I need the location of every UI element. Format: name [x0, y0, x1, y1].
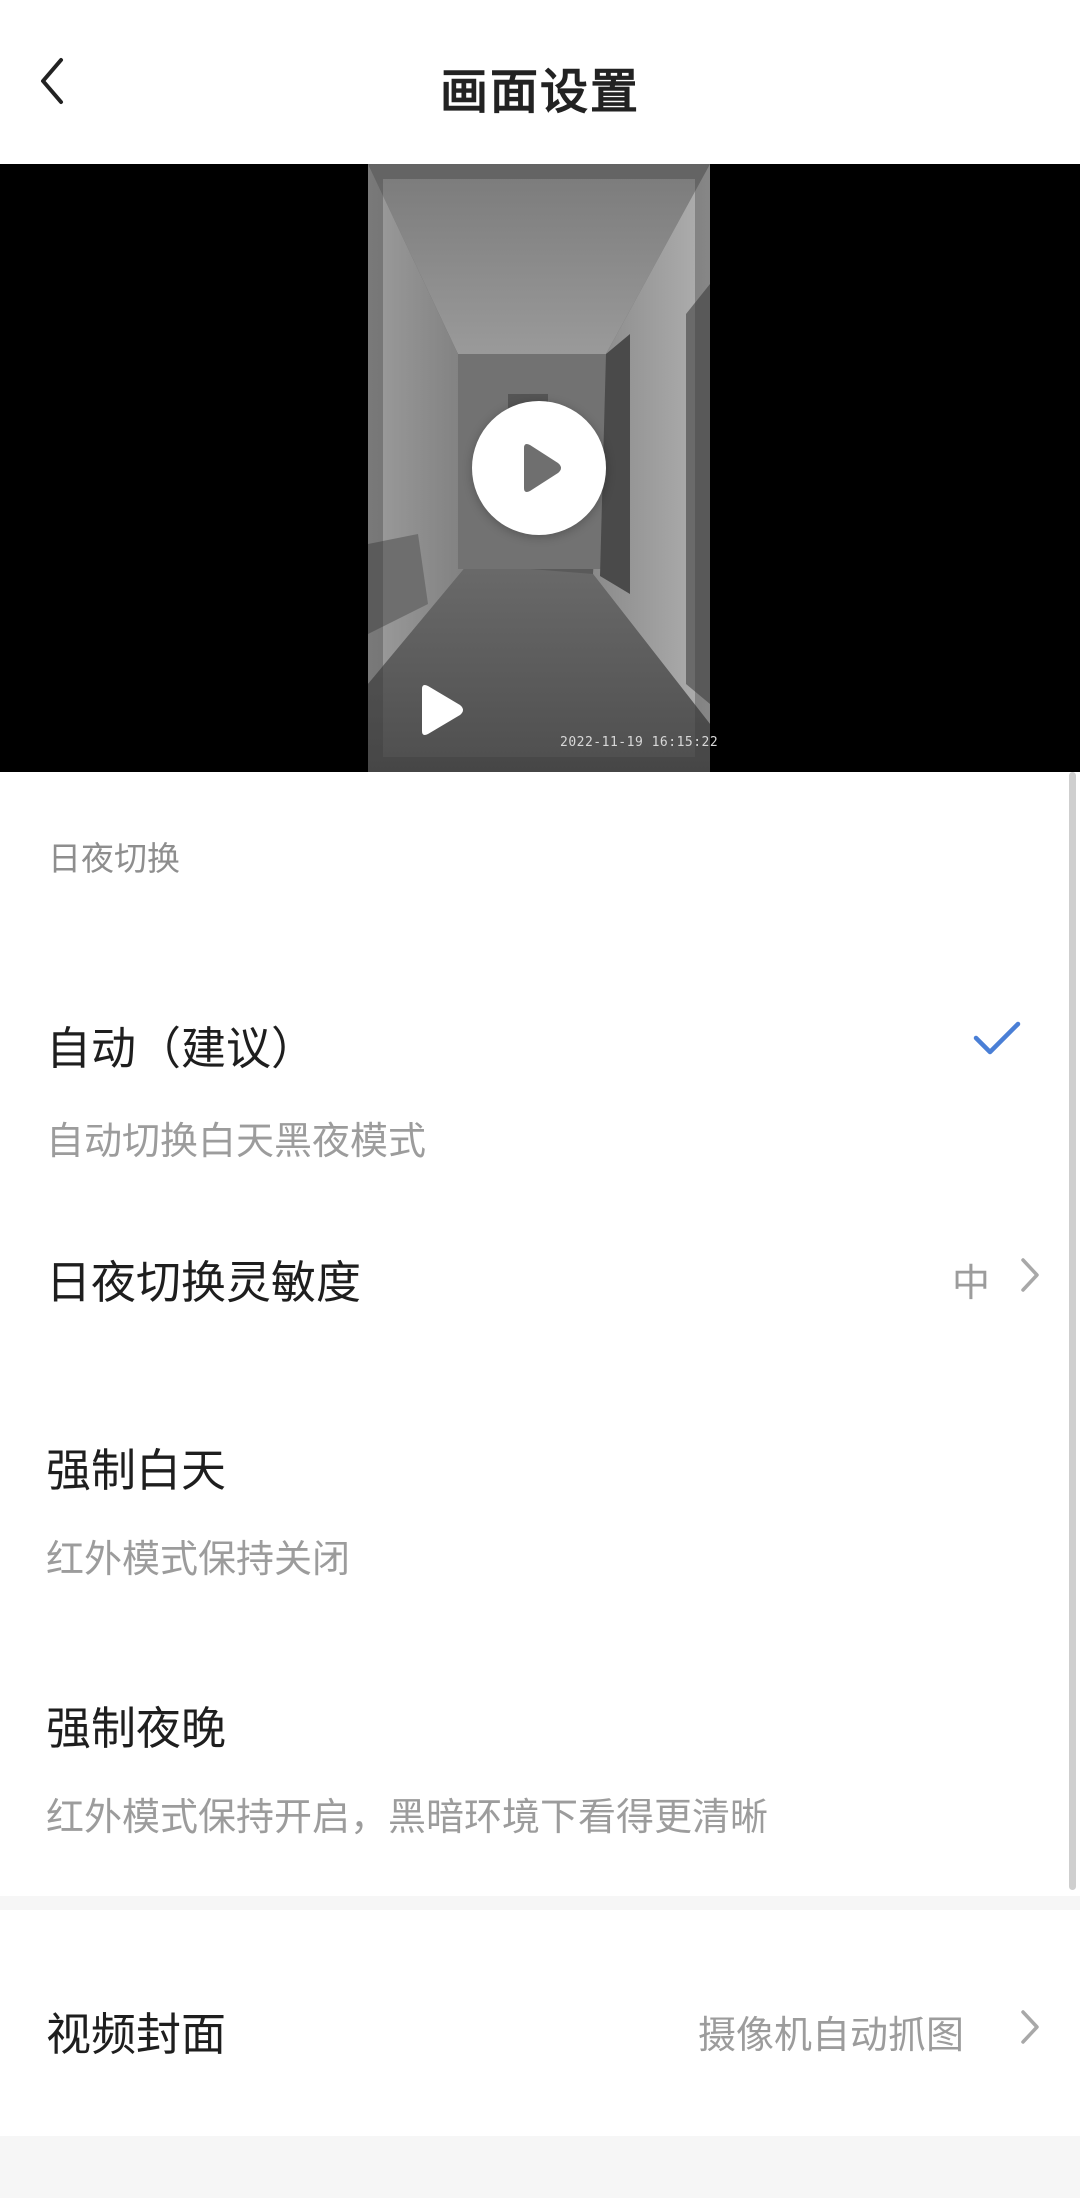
sensitivity-title: 日夜切换灵敏度: [46, 1256, 362, 1309]
option-force-day-title: 强制白天: [46, 1444, 227, 1497]
chevron-right-icon: [1021, 1258, 1039, 1292]
scrollbar[interactable]: [1069, 772, 1076, 1890]
bottom-spacer: [0, 2136, 1080, 2198]
option-force-night-title: 强制夜晚: [46, 1702, 227, 1755]
play-icon: [422, 685, 463, 735]
option-force-day-desc: 红外模式保持关闭: [46, 1537, 351, 1581]
video-timestamp: 2022-11-19 16:15:22: [560, 735, 719, 750]
check-icon: [973, 1021, 1021, 1055]
header: 画面设置: [0, 0, 1080, 164]
option-auto-title: 自动（建议）: [46, 1022, 317, 1075]
section-label: 日夜切换: [48, 839, 180, 878]
play-button[interactable]: [472, 401, 606, 535]
sensitivity-value: 中: [952, 1261, 991, 1305]
option-auto-desc: 自动切换白天黑夜模式: [46, 1119, 427, 1163]
video-preview[interactable]: 2022-11-19 16:15:22: [0, 164, 1080, 772]
option-force-night-desc: 红外模式保持开启，黑暗环境下看得更清晰: [46, 1795, 769, 1839]
video-cover-title: 视频封面: [46, 2008, 227, 2061]
page: 画面设置 2022-11-19 16:15:22 日夜切换 自动（建议） 自动切…: [0, 0, 1080, 2198]
section-divider: [0, 1896, 1080, 1910]
play-icon: [524, 444, 561, 492]
small-play-button[interactable]: [416, 683, 466, 737]
page-title: 画面设置: [439, 64, 640, 120]
video-cover-value: 摄像机自动抓图: [698, 2013, 965, 2057]
chevron-right-icon: [1021, 2010, 1039, 2044]
